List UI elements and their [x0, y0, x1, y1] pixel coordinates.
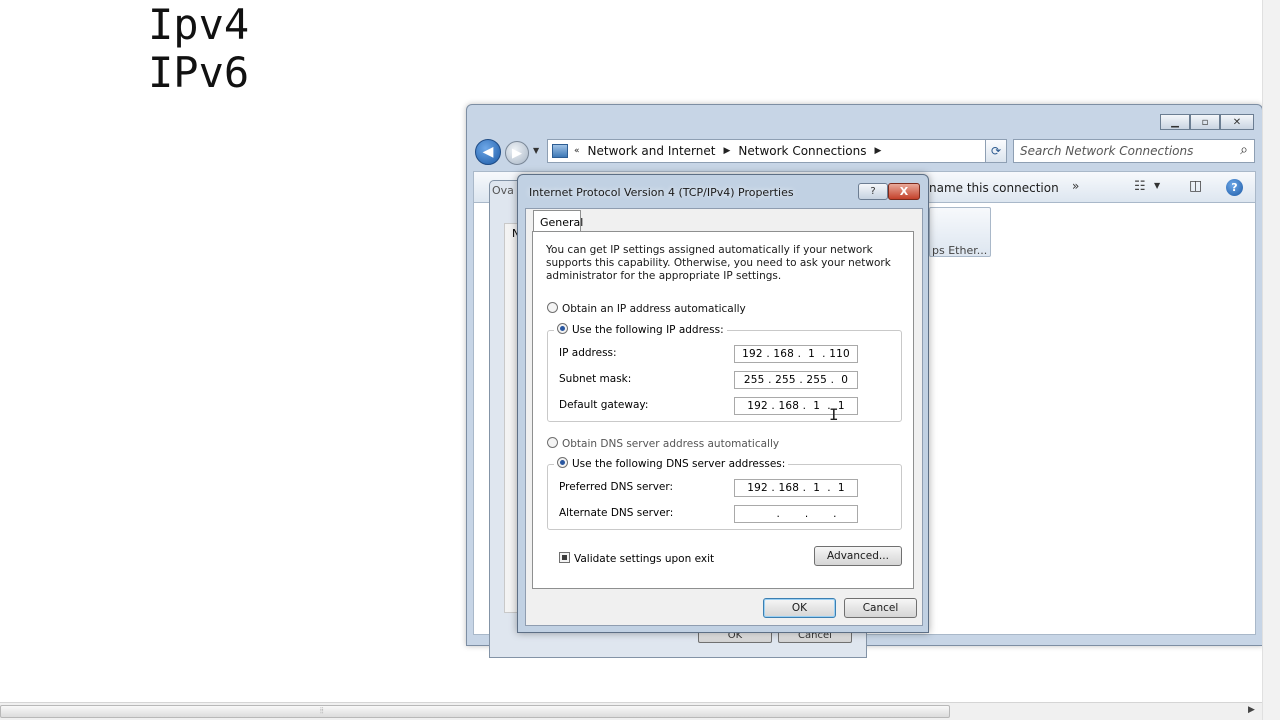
- help-icon[interactable]: ?: [1226, 179, 1243, 196]
- dns-manual-label: Use the following DNS server addresses:: [572, 458, 786, 470]
- heading-ipv6: IPv6: [148, 48, 250, 97]
- navigation-bar: ◀ ▶ ▼ « Network and Internet ▶ Network C…: [475, 139, 1255, 165]
- alternate-dns-label: Alternate DNS server:: [559, 507, 674, 519]
- scroll-grip-icon: ⦙⦙: [320, 706, 324, 715]
- preview-pane-icon[interactable]: ◫: [1189, 178, 1202, 194]
- horizontal-scroll-thumb[interactable]: [0, 705, 950, 718]
- dns-server-group: Use the following DNS server addresses: …: [547, 457, 902, 530]
- heading-ipv4: Ipv4: [148, 0, 250, 49]
- help-button[interactable]: ?: [858, 183, 888, 200]
- validate-checkbox[interactable]: [559, 552, 570, 563]
- back-dialog-title: Ova: [492, 184, 514, 197]
- breadcrumb-overflow[interactable]: «: [574, 146, 580, 156]
- dns-manual-option[interactable]: Use the following DNS server addresses:: [554, 457, 789, 470]
- general-tab-panel: You can get IP settings assigned automat…: [532, 231, 914, 589]
- preferred-dns-field[interactable]: 192 . 168 . 1 . 1: [734, 479, 858, 497]
- window-controls: ▁ ▫ ✕: [1160, 114, 1254, 130]
- refresh-icon[interactable]: ⟳: [985, 139, 1007, 163]
- text-cursor-icon: I: [829, 405, 839, 424]
- dns-auto-option[interactable]: Obtain DNS server address automatically: [547, 437, 779, 450]
- default-gateway-label: Default gateway:: [559, 399, 649, 411]
- adapter-tile[interactable]: ps Ether...: [929, 207, 991, 257]
- ip-auto-option[interactable]: Obtain an IP address automatically: [547, 302, 746, 315]
- views-icon[interactable]: ☷: [1134, 179, 1146, 194]
- preferred-dns-label: Preferred DNS server:: [559, 481, 674, 493]
- more-commands-button[interactable]: »: [1072, 179, 1079, 193]
- breadcrumb-chevron-icon[interactable]: ▶: [723, 146, 730, 156]
- subnet-mask-row: Subnet mask: 255 . 255 . 255 . 0: [559, 371, 889, 389]
- forward-arrow-icon[interactable]: ▶: [505, 141, 529, 165]
- subnet-mask-field[interactable]: 255 . 255 . 255 . 0: [734, 371, 858, 389]
- ip-address-group: Use the following IP address: IP address…: [547, 323, 902, 422]
- dns-auto-radio[interactable]: [547, 437, 558, 448]
- recent-pages-chevron-icon[interactable]: ▼: [533, 146, 539, 155]
- search-icon[interactable]: ⌕: [1240, 142, 1248, 158]
- breadcrumb-network-and-internet[interactable]: Network and Internet: [588, 144, 716, 158]
- ip-auto-radio[interactable]: [547, 302, 558, 313]
- ip-address-field[interactable]: 192 . 168 . 1 . 110: [734, 345, 858, 363]
- dns-auto-label: Obtain DNS server address automatically: [562, 438, 780, 450]
- validate-label: Validate settings upon exit: [574, 553, 715, 565]
- advanced-button[interactable]: Advanced...: [814, 546, 902, 566]
- ip-manual-radio[interactable]: [557, 323, 568, 334]
- ipv4-properties-dialog: Internet Protocol Version 4 (TCP/IPv4) P…: [517, 174, 929, 633]
- alternate-dns-row: Alternate DNS server: . . .: [559, 505, 889, 523]
- minimize-icon[interactable]: ▁: [1160, 114, 1190, 130]
- alternate-dns-field[interactable]: . . .: [734, 505, 858, 523]
- ip-manual-label: Use the following IP address:: [572, 324, 724, 336]
- search-input[interactable]: Search Network Connections ⌕: [1013, 139, 1255, 163]
- views-dropdown-icon[interactable]: ▼: [1154, 181, 1160, 190]
- ip-address-row: IP address: 192 . 168 . 1 . 110: [559, 345, 889, 363]
- close-icon[interactable]: ✕: [1220, 114, 1254, 130]
- tab-general[interactable]: General: [533, 210, 583, 232]
- rename-connection-button[interactable]: name this connection: [929, 181, 1059, 195]
- page-vertical-scrollbar[interactable]: [1262, 0, 1280, 720]
- ip-address-label: IP address:: [559, 347, 617, 359]
- maximize-icon[interactable]: ▫: [1190, 114, 1220, 130]
- intro-text: You can get IP settings assigned automat…: [546, 244, 891, 282]
- default-gateway-field[interactable]: 192 . 168 . 1 . 1: [734, 397, 858, 415]
- validate-option[interactable]: Validate settings upon exit: [559, 552, 714, 565]
- address-bar[interactable]: « Network and Internet ▶ Network Connect…: [547, 139, 1003, 163]
- page-horizontal-scrollbar[interactable]: ⦙⦙ ▶: [0, 702, 1262, 720]
- preferred-dns-row: Preferred DNS server: 192 . 168 . 1 . 1: [559, 479, 889, 497]
- adapter-label: ps Ether...: [932, 244, 988, 257]
- dialog-body: General You can get IP settings assigned…: [525, 208, 923, 626]
- cancel-button[interactable]: Cancel: [844, 598, 917, 618]
- breadcrumb-chevron-icon[interactable]: ▶: [874, 146, 881, 156]
- dialog-title: Internet Protocol Version 4 (TCP/IPv4) P…: [529, 186, 794, 199]
- default-gateway-row: Default gateway: 192 . 168 . 1 . 1: [559, 397, 889, 415]
- breadcrumb-network-connections[interactable]: Network Connections: [738, 144, 866, 158]
- network-folder-icon: [552, 144, 568, 158]
- scroll-right-arrow-icon[interactable]: ▶: [1248, 705, 1255, 715]
- ok-button[interactable]: OK: [763, 598, 836, 618]
- close-button[interactable]: X: [888, 183, 920, 200]
- ip-auto-label: Obtain an IP address automatically: [562, 303, 746, 315]
- back-arrow-icon[interactable]: ◀: [475, 139, 501, 165]
- dns-manual-radio[interactable]: [557, 457, 568, 468]
- subnet-mask-label: Subnet mask:: [559, 373, 632, 385]
- search-placeholder: Search Network Connections: [1020, 144, 1194, 158]
- ip-manual-option[interactable]: Use the following IP address:: [554, 323, 727, 336]
